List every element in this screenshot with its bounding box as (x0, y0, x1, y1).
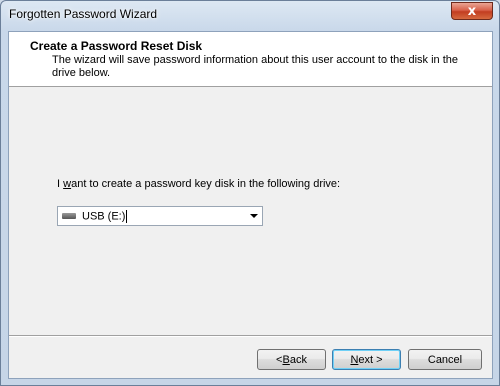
page-description: The wizard will save password informatio… (52, 54, 458, 79)
cancel-button[interactable]: Cancel (408, 349, 482, 370)
close-icon: x (467, 3, 477, 19)
chevron-down-icon[interactable] (250, 214, 258, 218)
drive-select-value: USB (E:) (82, 209, 128, 223)
prompt-text-end: ant to create a password key disk in the… (71, 178, 341, 190)
wizard-window: Forgotten Password Wizard x Create a Pas… (0, 0, 500, 386)
next-accelerator: N (350, 353, 359, 366)
window-title: Forgotten Password Wizard (9, 7, 158, 21)
prompt-accelerator: w (63, 178, 72, 190)
usb-drive-icon (62, 212, 76, 220)
page-title: Create a Password Reset Disk (30, 39, 203, 53)
back-button[interactable]: < Back (257, 349, 326, 370)
drive-selected-text: USB (E:) (82, 209, 126, 222)
next-button[interactable]: Next > (332, 349, 401, 370)
drive-select[interactable]: USB (E:) (57, 206, 263, 226)
button-separator (9, 335, 492, 337)
close-button[interactable]: x (451, 2, 493, 20)
back-suffix: ack (289, 353, 307, 366)
title-bar[interactable]: Forgotten Password Wizard x (1, 1, 499, 29)
next-suffix: ext > (358, 353, 383, 366)
wizard-client-area: Create a Password Reset Disk The wizard … (8, 31, 493, 379)
text-cursor (126, 209, 128, 223)
wizard-header: Create a Password Reset Disk The wizard … (9, 32, 492, 87)
drive-prompt-label: I want to create a password key disk in … (57, 178, 340, 190)
back-accelerator: B (282, 353, 290, 366)
